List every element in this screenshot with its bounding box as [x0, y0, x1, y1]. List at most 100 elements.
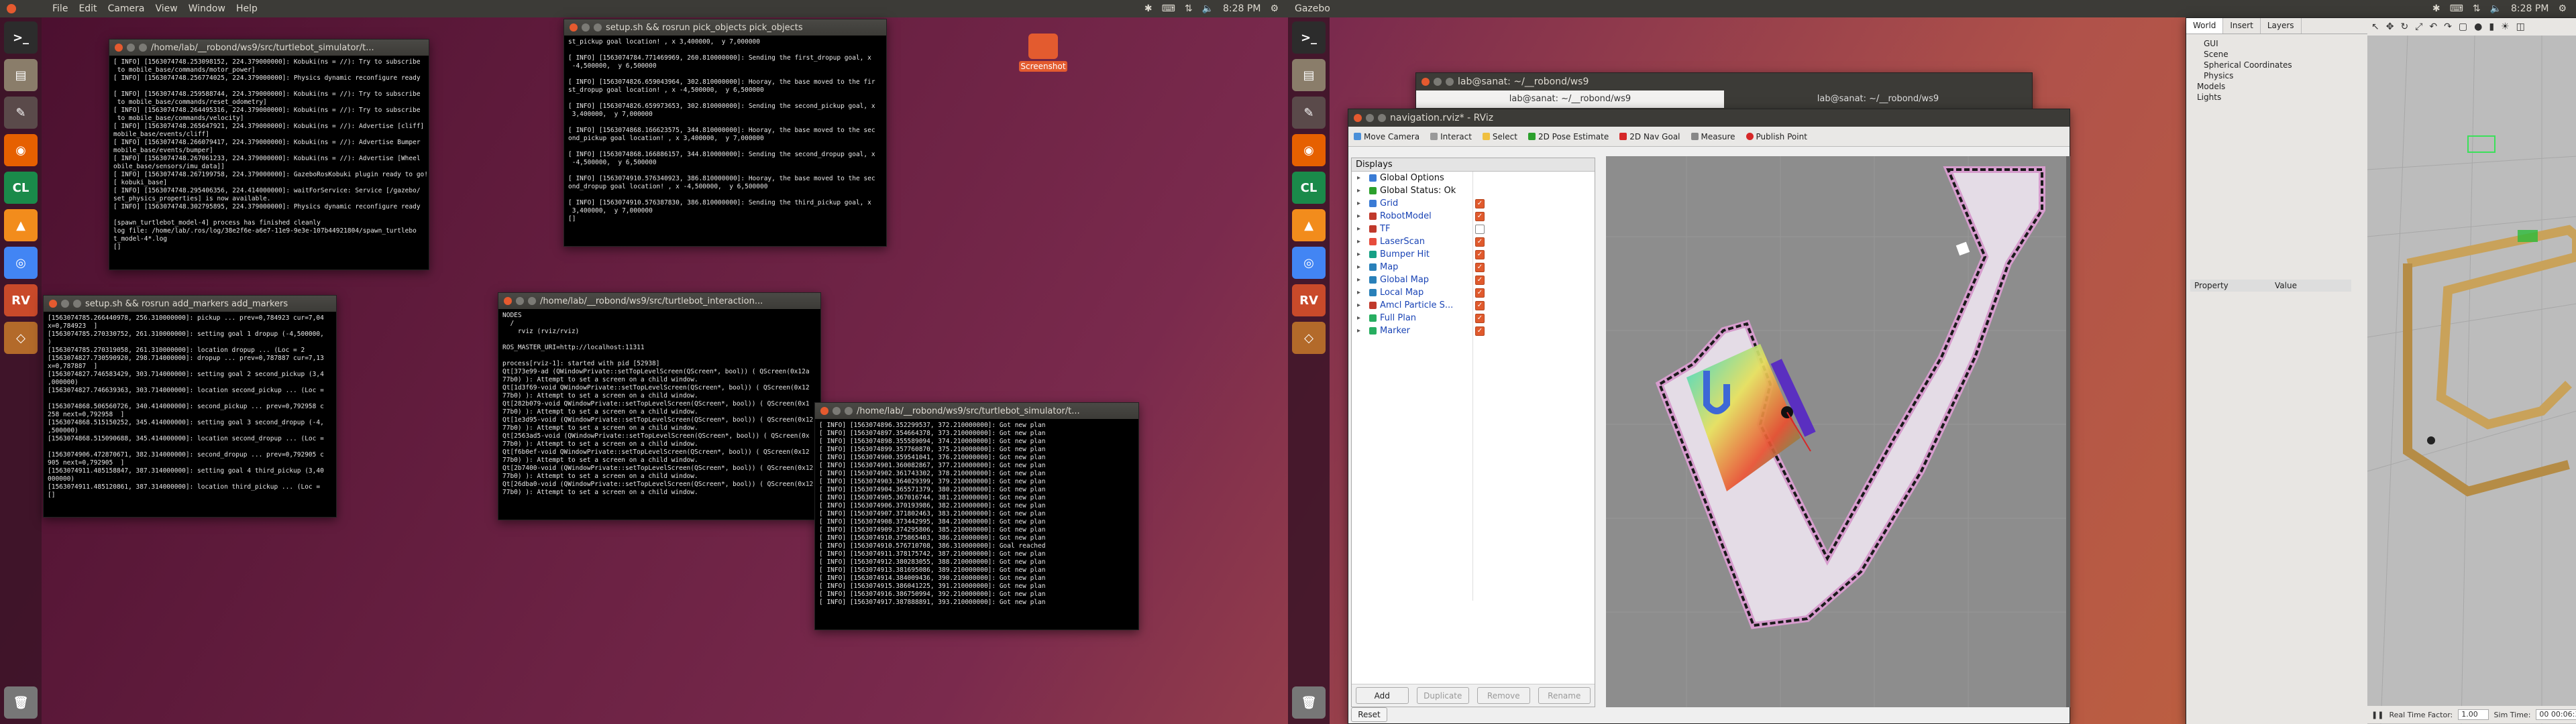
tree-item[interactable]: Lights — [2194, 92, 2359, 103]
tool-publish-point[interactable]: Publish Point — [1746, 132, 1807, 141]
display-item[interactable]: ▸ RobotModel ✓ — [1352, 210, 1595, 223]
keyboard-icon[interactable]: ⌨ — [2450, 3, 2463, 14]
launcher-text-editor[interactable]: ✎ — [4, 97, 38, 129]
display-checkbox[interactable]: ✓ — [1475, 275, 1485, 285]
expand-arrow-icon[interactable]: ▸ — [1357, 187, 1360, 194]
launcher-terminal[interactable]: >_ — [1292, 21, 1326, 54]
maximize-icon[interactable] — [73, 300, 81, 308]
expand-arrow-icon[interactable]: ▸ — [1357, 276, 1360, 284]
close-icon[interactable] — [570, 23, 578, 32]
launcher-files[interactable]: ▤ — [1292, 59, 1326, 91]
camera-icon[interactable]: ◫ — [2516, 21, 2525, 32]
close-icon[interactable] — [1421, 78, 1430, 86]
rviz-3d-view[interactable] — [1606, 156, 2070, 707]
rename-button[interactable]: Rename — [1538, 687, 1591, 704]
maximize-icon[interactable] — [845, 407, 853, 415]
gazebo-window[interactable]: World Insert Layers GUI Scene Spherical … — [2186, 17, 2576, 724]
launcher-terminal[interactable]: >_ — [4, 21, 38, 54]
launcher-clion[interactable]: CL — [4, 172, 38, 204]
terminal-window[interactable]: setup.sh && rosrun pick_objects pick_obj… — [564, 19, 887, 247]
duplicate-button[interactable]: Duplicate — [1416, 687, 1469, 704]
minimize-icon[interactable] — [127, 44, 135, 52]
minimize-icon[interactable] — [61, 300, 69, 308]
tree-item[interactable]: Physics — [2194, 70, 2359, 81]
launcher-files[interactable]: ▤ — [4, 59, 38, 91]
tab-world[interactable]: World — [2186, 18, 2224, 34]
window-titlebar[interactable]: /home/lab/__robond/ws9/src/turtlebot_sim… — [815, 403, 1138, 419]
select-mode-icon[interactable]: ↖ — [2371, 21, 2379, 32]
terminal-tab[interactable]: lab@sanat: ~/__robond/ws9 — [1724, 90, 2032, 108]
minimize-icon[interactable] — [833, 407, 841, 415]
add-button[interactable]: Add — [1356, 687, 1409, 704]
network-icon[interactable]: ⇅ — [2473, 3, 2481, 14]
gazebo-3d-view[interactable] — [2367, 36, 2576, 724]
tool-2d-nav-goal[interactable]: 2D Nav Goal — [1619, 132, 1680, 141]
network-icon[interactable]: ⇅ — [1185, 3, 1193, 14]
maximize-icon[interactable] — [528, 297, 536, 305]
window-titlebar[interactable]: /home/lab/__robond/ws9/src/turtlebot_int… — [498, 293, 820, 309]
bluetooth-icon[interactable]: ✱ — [1144, 3, 1152, 14]
display-item[interactable]: ▸ TF — [1352, 223, 1595, 235]
rotate-icon[interactable]: ↻ — [2400, 21, 2408, 32]
launcher-firefox[interactable]: ◉ — [4, 134, 38, 166]
minimize-icon[interactable] — [582, 23, 590, 32]
display-item[interactable]: ▸ Global Map ✓ — [1352, 274, 1595, 286]
expand-arrow-icon[interactable]: ▸ — [1357, 200, 1360, 207]
terminal-output[interactable]: [ INFO] [1563074896.352299537, 372.21000… — [815, 419, 1138, 609]
scale-icon[interactable]: ⤢ — [2415, 21, 2422, 32]
light-icon[interactable]: ☀ — [2501, 21, 2510, 32]
launcher-vlc[interactable]: ▲ — [4, 209, 38, 241]
launcher-vlc[interactable]: ▲ — [1292, 209, 1326, 241]
tab-layers[interactable]: Layers — [2261, 18, 2302, 34]
menu-item[interactable]: View — [156, 3, 178, 14]
window-titlebar[interactable]: setup.sh && rosrun pick_objects pick_obj… — [564, 19, 886, 36]
launcher-firefox[interactable]: ◉ — [1292, 134, 1326, 166]
gear-icon[interactable]: ⚙ — [2558, 3, 2567, 14]
expand-arrow-icon[interactable]: ▸ — [1357, 289, 1360, 296]
menu-item[interactable]: Help — [236, 3, 258, 14]
tool-2d-pose-estimate[interactable]: 2D Pose Estimate — [1527, 132, 1609, 141]
display-checkbox[interactable]: ✓ — [1475, 237, 1485, 247]
terminal-window[interactable]: lab@sanat: ~/__robond/ws9 lab@sanat: ~/_… — [1415, 72, 2033, 113]
clock[interactable]: 8:28 PM — [2511, 3, 2548, 14]
display-checkbox[interactable]: ✓ — [1475, 211, 1485, 221]
display-item[interactable]: ▸ Map ✓ — [1352, 261, 1595, 274]
launcher-chrome[interactable]: ◎ — [1292, 247, 1326, 279]
window-titlebar[interactable]: lab@sanat: ~/__robond/ws9 — [1416, 73, 2032, 90]
terminal-window[interactable]: /home/lab/__robond/ws9/src/turtlebot_sim… — [814, 402, 1139, 630]
expand-arrow-icon[interactable]: ▸ — [1357, 263, 1360, 271]
close-icon[interactable] — [49, 300, 57, 308]
trash-icon[interactable]: 🗑 — [4, 686, 38, 719]
display-item[interactable]: ▸ LaserScan ✓ — [1352, 235, 1595, 248]
close-icon[interactable] — [820, 407, 828, 415]
undo-icon[interactable]: ↶ — [2429, 21, 2437, 32]
terminal-tab[interactable]: lab@sanat: ~/__robond/ws9 — [1416, 90, 1724, 108]
close-icon[interactable] — [504, 297, 512, 305]
close-icon[interactable] — [115, 44, 123, 52]
cylinder-icon[interactable]: ▮ — [2489, 21, 2494, 32]
terminal-window[interactable]: /home/lab/__robond/ws9/src/turtlebot_int… — [498, 292, 821, 520]
reset-button[interactable]: Reset — [1351, 707, 1387, 722]
window-titlebar[interactable]: setup.sh && rosrun add_markers add_marke… — [44, 296, 336, 312]
tree-item[interactable]: GUI — [2194, 38, 2359, 49]
tool-select[interactable]: Select — [1482, 132, 1517, 141]
gear-icon[interactable]: ⚙ — [1270, 3, 1279, 14]
launcher-gazebo[interactable]: ◇ — [4, 322, 38, 354]
menu-item[interactable]: File — [52, 3, 68, 14]
rviz-window[interactable]: navigation.rviz* - RViz Move Camera Inte… — [1348, 109, 2070, 724]
display-checkbox[interactable] — [1475, 224, 1485, 234]
launcher-text-editor[interactable]: ✎ — [1292, 97, 1326, 129]
terminal-window[interactable]: /home/lab/__robond/ws9/src/turtlebot_sim… — [109, 39, 429, 270]
display-item[interactable]: ▸ Marker ✓ — [1352, 324, 1595, 337]
tool-measure[interactable]: Measure — [1690, 132, 1735, 141]
maximize-icon[interactable] — [139, 44, 147, 52]
volume-icon[interactable]: 🔈 — [2490, 3, 2502, 14]
display-checkbox[interactable]: ✓ — [1475, 300, 1485, 310]
tree-item[interactable]: Models — [2194, 81, 2359, 92]
launcher-gazebo[interactable]: ◇ — [1292, 322, 1326, 354]
maximize-icon[interactable] — [594, 23, 602, 32]
display-item[interactable]: ▸ Global Status: Ok — [1352, 184, 1595, 197]
close-icon[interactable] — [1354, 114, 1362, 122]
display-item[interactable]: ▸ Amcl Particle S... ✓ — [1352, 299, 1595, 312]
keyboard-icon[interactable]: ⌨ — [1162, 3, 1175, 14]
